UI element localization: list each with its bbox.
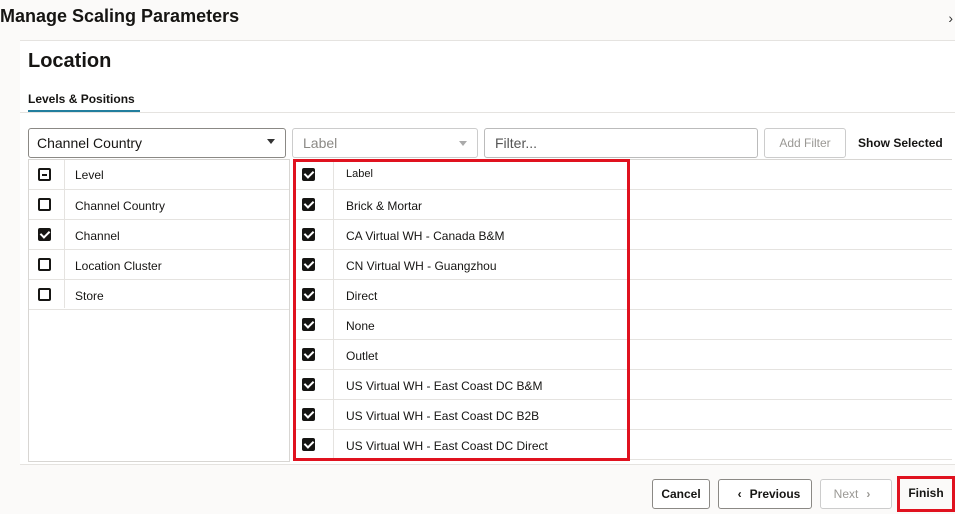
- position-label: Brick & Mortar: [346, 199, 423, 213]
- level-label: Store: [75, 289, 104, 303]
- finish-button[interactable]: Finish: [900, 479, 952, 509]
- footer-divider: [20, 464, 955, 465]
- table-row[interactable]: US Virtual WH - East Coast DC Direct: [294, 430, 952, 460]
- cancel-label: Cancel: [661, 487, 701, 501]
- tab-levels-positions[interactable]: Levels & Positions: [28, 92, 135, 106]
- position-label: US Virtual WH - East Coast DC B2B: [346, 409, 540, 423]
- position-checkbox[interactable]: [302, 288, 315, 301]
- position-label: CN Virtual WH - Guangzhou: [346, 259, 497, 273]
- position-checkbox[interactable]: [302, 378, 315, 391]
- table-row[interactable]: CN Virtual WH - Guangzhou: [294, 250, 952, 280]
- position-checkbox[interactable]: [302, 198, 315, 211]
- position-checkbox[interactable]: [302, 408, 315, 421]
- close-icon[interactable]: ›: [948, 10, 953, 26]
- level-select-value: Channel Country: [37, 135, 143, 151]
- position-checkbox[interactable]: [302, 348, 315, 361]
- table-row[interactable]: Location Cluster: [29, 250, 289, 280]
- label-select-placeholder: Label: [303, 135, 338, 151]
- previous-button[interactable]: ‹ Previous: [718, 479, 812, 509]
- level-select[interactable]: Channel Country: [28, 128, 286, 158]
- position-label: US Virtual WH - East Coast DC Direct: [346, 439, 548, 453]
- position-checkbox[interactable]: [302, 438, 315, 451]
- previous-label: Previous: [749, 487, 801, 501]
- chevron-left-icon: ‹: [737, 487, 742, 501]
- next-button[interactable]: Next ›: [820, 479, 892, 509]
- position-label: None: [346, 319, 375, 333]
- position-checkbox[interactable]: [302, 258, 315, 271]
- table-row[interactable]: CA Virtual WH - Canada B&M: [294, 220, 952, 250]
- table-row[interactable]: Channel: [29, 220, 289, 250]
- chevron-right-icon: ›: [866, 487, 871, 501]
- filter-input[interactable]: [484, 128, 758, 158]
- position-checkbox[interactable]: [302, 318, 315, 331]
- table-row[interactable]: Outlet: [294, 340, 952, 370]
- table-row[interactable]: US Virtual WH - East Coast DC B2B: [294, 400, 952, 430]
- table-row[interactable]: Channel Country: [29, 190, 289, 220]
- level-checkbox[interactable]: [38, 228, 51, 241]
- next-label: Next: [833, 487, 859, 501]
- dialog-title: Manage Scaling Parameters: [0, 6, 240, 26]
- level-label: Location Cluster: [75, 259, 162, 273]
- level-checkbox[interactable]: [38, 198, 51, 211]
- finish-label: Finish: [908, 486, 944, 500]
- caret-down-icon: [267, 139, 275, 144]
- position-label: Direct: [346, 289, 378, 303]
- position-label: CA Virtual WH - Canada B&M: [346, 229, 505, 243]
- select-all-positions-checkbox[interactable]: [302, 168, 315, 181]
- positions-header-row: Label: [294, 160, 952, 190]
- positions-table: Label Brick & Mortar CA Virtual WH - Can…: [294, 159, 952, 462]
- level-checkbox[interactable]: [38, 258, 51, 271]
- levels-header-label: Level: [75, 168, 104, 182]
- position-label: US Virtual WH - East Coast DC B&M: [346, 379, 543, 393]
- levels-table: Level Channel Country Channel Location C…: [28, 159, 290, 462]
- table-row[interactable]: Direct: [294, 280, 952, 310]
- show-selected-button[interactable]: Show Selected: [858, 128, 952, 158]
- table-row[interactable]: Brick & Mortar: [294, 190, 952, 220]
- tab-divider: [20, 112, 955, 113]
- add-filter-button[interactable]: Add Filter: [764, 128, 846, 158]
- table-row[interactable]: US Virtual WH - East Coast DC B&M: [294, 370, 952, 400]
- section-title: Location: [28, 50, 112, 72]
- positions-header-label: Label: [346, 168, 373, 180]
- label-select[interactable]: Label: [292, 128, 478, 158]
- level-label: Channel Country: [75, 199, 166, 213]
- position-label: Outlet: [346, 349, 379, 363]
- level-checkbox[interactable]: [38, 288, 51, 301]
- caret-down-icon: [459, 141, 467, 146]
- table-row[interactable]: Store: [29, 280, 289, 310]
- table-row[interactable]: None: [294, 310, 952, 340]
- select-all-levels-checkbox[interactable]: [38, 168, 51, 181]
- cancel-button[interactable]: Cancel: [652, 479, 710, 509]
- position-checkbox[interactable]: [302, 228, 315, 241]
- level-label: Channel: [75, 229, 120, 243]
- levels-header-row: Level: [29, 160, 289, 190]
